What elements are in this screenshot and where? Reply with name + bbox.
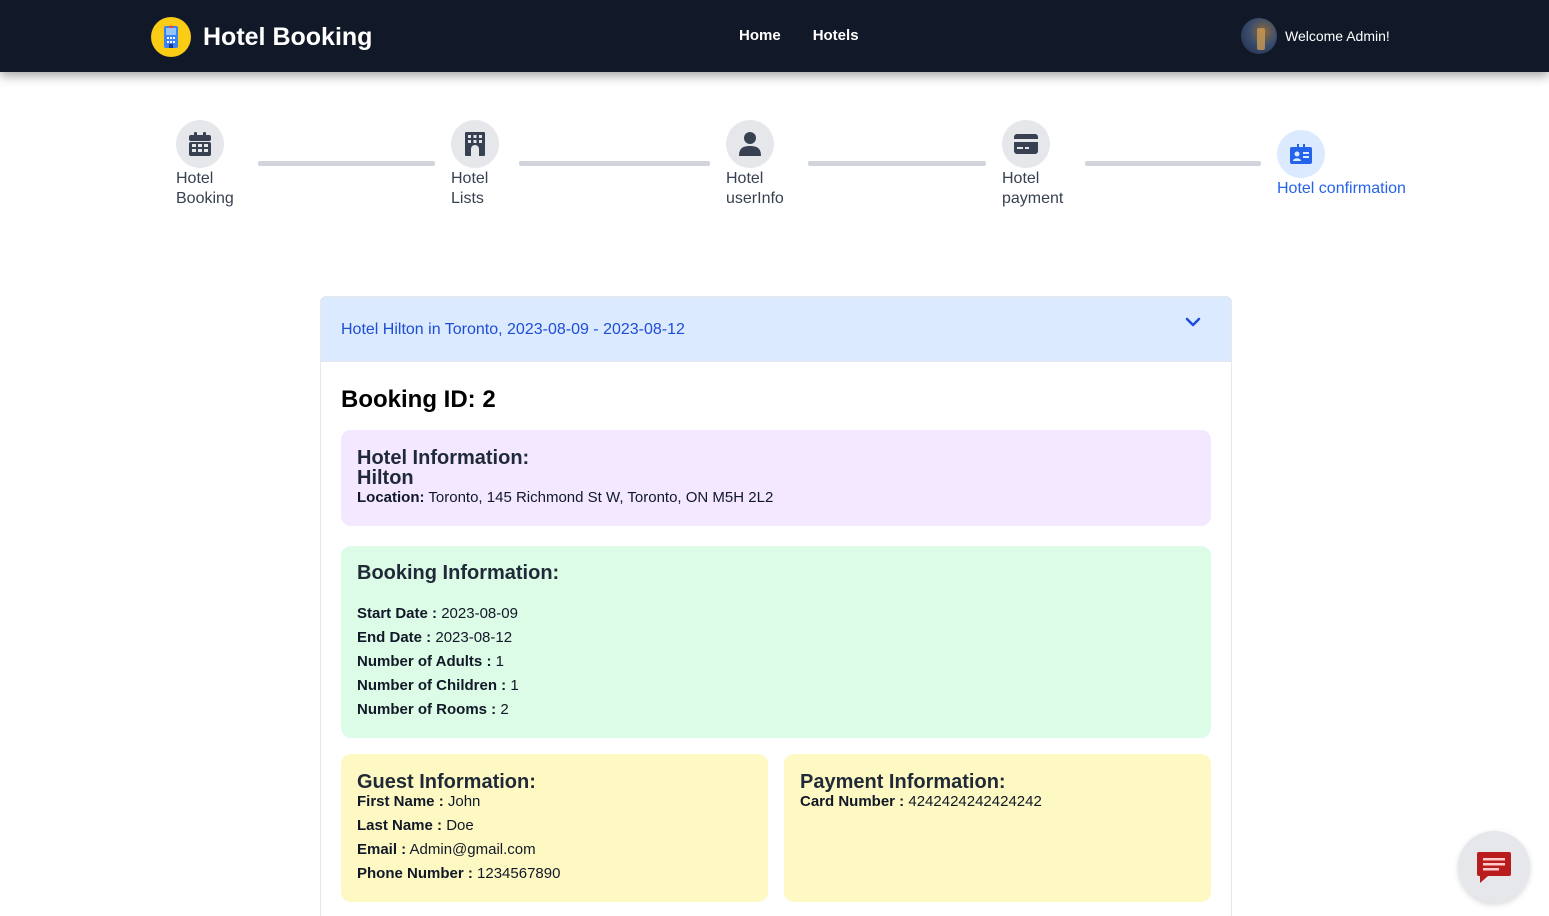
location-value: Toronto, 145 Richmond St W, Toronto, ON … — [424, 489, 774, 506]
step-booking-circle[interactable] — [176, 120, 224, 168]
number-of-adults: Number of Adults : 1 — [357, 650, 504, 674]
hotel-information-card: Hotel Information: Hilton Location: Toro… — [341, 430, 1211, 526]
step-label-line: Hotel — [1002, 170, 1040, 187]
hotel-information-heading: Hotel Information: — [357, 447, 530, 469]
last-name-label: Last Name : — [357, 817, 443, 834]
first-name: First Name : John — [357, 790, 480, 814]
last-name-value: Doe — [442, 817, 474, 834]
payment-information-heading: Payment Information: — [800, 771, 1006, 793]
guest-information-card: Guest Information: First Name : John Las… — [341, 754, 768, 902]
calendar-icon — [189, 132, 211, 156]
children-label: Number of Children : — [357, 677, 507, 694]
id-card-icon — [1290, 144, 1312, 164]
nav-link-home[interactable]: Home — [739, 26, 781, 46]
payment-information-card: Payment Information: Card Number : 42424… — [784, 754, 1211, 902]
phone-label: Phone Number : — [357, 865, 473, 882]
nav-link-hotels[interactable]: Hotels — [813, 26, 859, 46]
booking-accordion-header[interactable]: Hotel Hilton in Toronto, 2023-08-09 - 20… — [320, 296, 1232, 362]
booking-id-heading: Booking ID: 2 — [341, 386, 496, 413]
brand-title: Hotel Booking — [203, 23, 373, 51]
hotel-location: Location: Toronto, 145 Richmond St W, To… — [357, 486, 773, 510]
step-confirmation-label: Hotel confirmation — [1277, 180, 1406, 197]
email: Email : Admin@gmail.com — [357, 838, 536, 862]
end-date-label: End Date : — [357, 629, 432, 646]
step-label-line: Booking — [176, 190, 234, 207]
phone-number: Phone Number : 1234567890 — [357, 862, 560, 886]
step-label-line: payment — [1002, 190, 1064, 207]
building-icon — [465, 132, 485, 156]
location-label: Location: — [357, 489, 425, 506]
step-label-line: Lists — [451, 190, 484, 207]
step-label-line: Hotel — [176, 170, 214, 187]
card-number-label: Card Number : — [800, 793, 905, 810]
guest-information-heading: Guest Information: — [357, 771, 536, 793]
step-label-line: Hotel — [451, 170, 489, 187]
first-name-value: John — [443, 793, 481, 810]
step-label-line: Hotel — [726, 170, 764, 187]
step-label-line: userInfo — [726, 190, 784, 207]
card-number: Card Number : 4242424242424242 — [800, 790, 1042, 814]
adults-label: Number of Adults : — [357, 653, 492, 670]
email-label: Email : — [357, 841, 407, 858]
chat-icon — [1477, 852, 1511, 883]
rooms-label: Number of Rooms : — [357, 701, 497, 718]
end-date-value: 2023-08-12 — [431, 629, 513, 646]
brand[interactable]: Hotel Booking — [151, 17, 372, 57]
step-connector — [258, 161, 435, 166]
step-connector — [1085, 161, 1261, 166]
adults-value: 1 — [491, 653, 504, 670]
user-icon — [739, 132, 761, 156]
hotel-logo-icon — [151, 17, 191, 57]
chat-button[interactable] — [1458, 831, 1530, 903]
step-connector — [808, 161, 986, 166]
rooms-value: 2 — [496, 701, 509, 718]
number-of-children: Number of Children : 1 — [357, 674, 519, 698]
end-date: End Date : 2023-08-12 — [357, 626, 512, 650]
card-number-value: 4242424242424242 — [904, 793, 1042, 810]
avatar[interactable] — [1241, 18, 1277, 54]
start-date: Start Date : 2023-08-09 — [357, 602, 518, 626]
start-date-value: 2023-08-09 — [437, 605, 518, 622]
credit-card-icon — [1014, 134, 1038, 154]
number-of-rooms: Number of Rooms : 2 — [357, 698, 509, 722]
step-userinfo-label: Hotel userInfo — [726, 169, 784, 209]
chevron-down-icon[interactable] — [1185, 315, 1201, 333]
main-nav: Home Hotels — [739, 26, 859, 46]
email-value: Admin@gmail.com — [406, 841, 536, 858]
step-lists-label: Hotel Lists — [451, 169, 488, 209]
children-value: 1 — [506, 677, 519, 694]
booking-information-card: Booking Information: Start Date : 2023-0… — [341, 546, 1211, 738]
step-confirmation-circle[interactable] — [1277, 130, 1325, 178]
phone-value: 1234567890 — [472, 865, 561, 882]
hotel-name: Hilton — [357, 467, 414, 489]
step-lists-circle[interactable] — [451, 120, 499, 168]
step-booking-label: Hotel Booking — [176, 169, 234, 209]
last-name: Last Name : Doe — [357, 814, 474, 838]
step-payment-circle[interactable] — [1002, 120, 1050, 168]
welcome-text: Welcome Admin! — [1285, 28, 1390, 44]
start-date-label: Start Date : — [357, 605, 438, 622]
first-name-label: First Name : — [357, 793, 444, 810]
step-userinfo-circle[interactable] — [726, 120, 774, 168]
booking-information-heading: Booking Information: — [357, 562, 560, 584]
step-payment-label: Hotel payment — [1002, 169, 1063, 209]
step-connector — [519, 161, 710, 166]
accordion-title: Hotel Hilton in Toronto, 2023-08-09 - 20… — [341, 321, 685, 338]
user-menu[interactable]: Welcome Admin! — [1241, 18, 1390, 54]
navbar: Hotel Booking Home Hotels Welcome Admin! — [0, 0, 1549, 72]
